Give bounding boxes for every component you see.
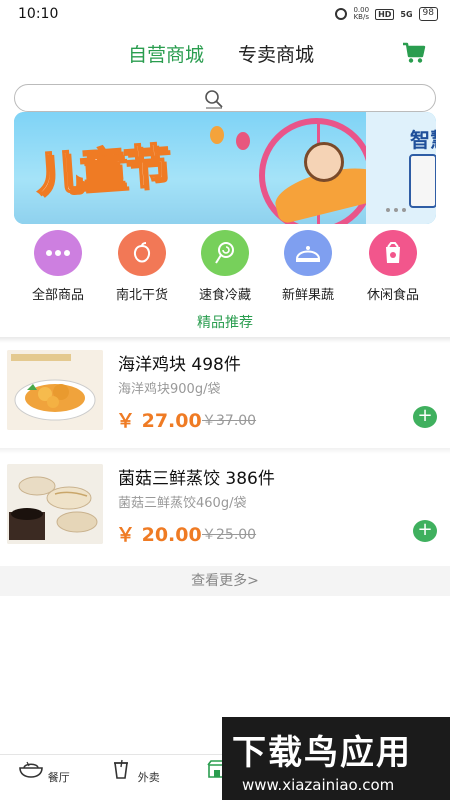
watermark-brand: 下载鸟应用 bbox=[232, 733, 412, 773]
category-label: 全部商品 bbox=[31, 288, 84, 303]
tab-specialty-mall[interactable]: 专卖商城 bbox=[238, 40, 314, 67]
banner-pagination bbox=[386, 208, 406, 212]
product-image bbox=[7, 350, 103, 430]
mall-header: 自营商城 专卖商城 bbox=[0, 34, 450, 70]
status-time: 10:10 bbox=[18, 6, 59, 22]
status-bar: 10:10 0.00 KB/s HD 5G 98 bbox=[0, 0, 450, 28]
cup-icon bbox=[114, 759, 129, 779]
category-fresh-produce[interactable]: 新鲜果蔬 bbox=[266, 230, 350, 303]
status-indicators: 0.00 KB/s HD 5G 98 bbox=[335, 7, 438, 21]
snack-bag-icon bbox=[369, 230, 417, 276]
kids-illustration bbox=[304, 142, 344, 182]
search-input[interactable] bbox=[14, 84, 436, 112]
featured-section-title: 精品推荐 bbox=[197, 315, 253, 331]
category-dry-goods[interactable]: 南北干货 bbox=[100, 230, 184, 303]
network-speed: 0.00 KB/s bbox=[353, 7, 369, 21]
hd-badge: HD bbox=[375, 8, 395, 20]
banner-next-title: 智慧 bbox=[410, 128, 436, 152]
category-label: 新鲜果蔬 bbox=[281, 288, 334, 303]
banner-festival-title: 儿童节 bbox=[33, 137, 170, 202]
balloon-icon bbox=[236, 132, 250, 150]
tab-self-mall[interactable]: 自营商城 bbox=[128, 40, 204, 67]
product-original-price: ￥37.00 bbox=[202, 413, 257, 429]
nav-restaurant[interactable]: 餐厅 bbox=[14, 759, 74, 785]
section-divider bbox=[0, 337, 450, 343]
cart-icon[interactable] bbox=[402, 42, 426, 64]
add-to-cart-button[interactable]: + bbox=[413, 406, 437, 428]
category-frozen-food[interactable]: 速食冷藏 bbox=[183, 230, 267, 303]
search-icon bbox=[205, 90, 223, 109]
watermark-url: www.xiazainiao.com bbox=[242, 776, 395, 794]
battery-icon: 98 bbox=[418, 7, 438, 21]
product-price: ￥ 27.00 bbox=[116, 410, 202, 432]
nav-takeaway[interactable]: 外卖 bbox=[104, 759, 164, 785]
alarm-icon bbox=[335, 8, 348, 20]
nav-label: 外卖 bbox=[137, 771, 160, 784]
promo-banner[interactable]: 儿童节 智慧 bbox=[14, 112, 436, 224]
network-speed-unit: KB/s bbox=[353, 13, 369, 21]
balloon-icon bbox=[210, 126, 224, 144]
product-card[interactable]: 海洋鸡块 498件 海洋鸡块900g/袋 ￥ 27.00 ￥37.00 + bbox=[0, 346, 450, 446]
product-subtitle: 菌菇三鲜蒸饺460g/袋 bbox=[118, 496, 247, 511]
category-snacks[interactable]: 休闲食品 bbox=[351, 230, 435, 303]
category-label: 休闲食品 bbox=[366, 288, 419, 303]
more-dots-icon bbox=[34, 230, 82, 276]
product-image bbox=[7, 464, 103, 544]
product-title: 海洋鸡块 498件 bbox=[118, 355, 241, 375]
product-price: ￥ 20.00 bbox=[116, 524, 202, 546]
product-subtitle: 海洋鸡块900g/袋 bbox=[118, 382, 221, 397]
phone-illustration bbox=[409, 154, 436, 208]
product-card[interactable]: 菌菇三鲜蒸饺 386件 菌菇三鲜蒸饺460g/袋 ￥ 20.00 ￥25.00 … bbox=[0, 460, 450, 560]
row-divider bbox=[0, 448, 450, 454]
product-title: 菌菇三鲜蒸饺 386件 bbox=[118, 469, 275, 489]
lollipop-icon bbox=[201, 230, 249, 276]
category-label: 南北干货 bbox=[115, 288, 168, 303]
peach-icon bbox=[118, 230, 166, 276]
category-label: 速食冷藏 bbox=[198, 288, 251, 303]
network-type: 5G bbox=[400, 9, 413, 19]
watermark-logo: 下载鸟应用 www.xiazainiao.com bbox=[222, 717, 450, 800]
bun-icon bbox=[284, 230, 332, 276]
product-original-price: ￥25.00 bbox=[202, 527, 257, 543]
nav-label: 餐厅 bbox=[47, 771, 70, 784]
bowl-icon bbox=[19, 761, 44, 778]
category-grid: 全部商品 南北干货 速食冷藏 新鲜果蔬 休闲食品 bbox=[0, 230, 450, 303]
add-to-cart-button[interactable]: + bbox=[413, 520, 437, 542]
category-all-goods[interactable]: 全部商品 bbox=[16, 230, 100, 303]
view-more-link[interactable]: 查看更多> bbox=[0, 566, 450, 596]
